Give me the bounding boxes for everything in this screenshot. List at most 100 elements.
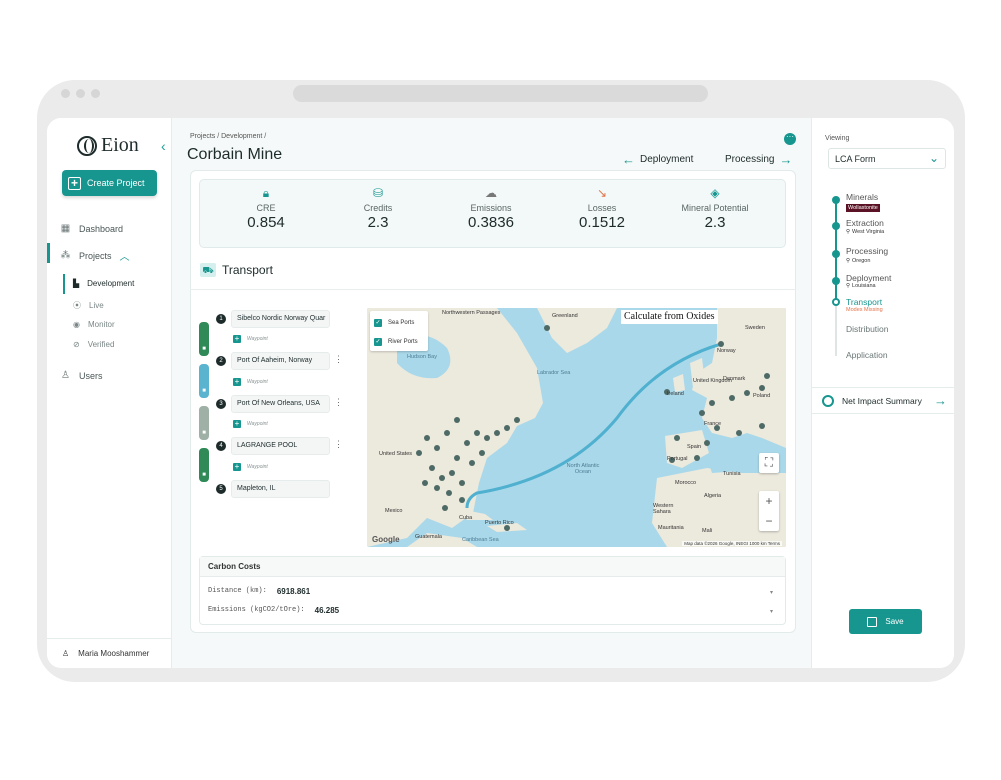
next-step-label: Processing [725, 154, 775, 165]
zoom-out-button[interactable]: − [759, 511, 779, 531]
plus-icon: + [68, 176, 81, 190]
prev-step-button[interactable]: ← Deployment [622, 152, 693, 167]
expand-icon[interactable]: ▾ [770, 608, 773, 615]
timeline-line-pending [835, 306, 837, 356]
waypoint-input[interactable]: Port Of New Orleans, USA [231, 395, 330, 413]
cloud-icon: ☁︎ [485, 186, 497, 200]
right-panel: Viewing LCA Form ⌄ Minerals Wollastonite… [811, 118, 954, 668]
expand-icon[interactable]: ▾ [770, 589, 773, 596]
stat-label: Emissions [470, 203, 512, 213]
kebab-menu-icon[interactable]: ⋮ [334, 397, 343, 408]
step-dot [832, 277, 840, 285]
stat-label: CRE [256, 203, 276, 213]
stat-label: Mineral Potential [681, 203, 749, 213]
monitor-icon: ◉ [73, 320, 80, 329]
mode-ship[interactable]: ■ [199, 364, 209, 398]
port-filter: ✓ Sea Ports ✓ River Ports [370, 311, 428, 351]
sidebar-item-dashboard[interactable]: ▦ Dashboard [60, 223, 123, 234]
zoom-in-button[interactable]: + [759, 491, 779, 511]
sidebar-item-users[interactable]: ♙ Users [60, 370, 103, 381]
ship-icon: ■ [202, 388, 206, 394]
add-waypoint-label: Waypoint [247, 464, 268, 470]
map-label: Tunisia [723, 471, 741, 477]
subnav-label: Development [87, 279, 135, 288]
prev-step-label: Deployment [640, 154, 694, 165]
pin-icon: ⚲ [846, 283, 851, 289]
subnav-verified[interactable]: ⊘ Verified [73, 340, 114, 349]
map-label: Puerto Rico [485, 520, 514, 526]
map-label: Greenland [552, 313, 578, 319]
waypoint-input[interactable]: LAGRANGE POOL [231, 437, 330, 455]
subnav-monitor[interactable]: ◉ Monitor [73, 320, 115, 329]
waypoint-number: 1 [216, 314, 226, 324]
diamond-icon: ◈ [710, 186, 720, 200]
sidebar-item-projects[interactable]: ⁂ Projects ︿ [60, 248, 130, 263]
add-waypoint-button[interactable]: + Waypoint [233, 378, 268, 386]
divider [190, 289, 796, 290]
add-waypoint-button[interactable]: + Waypoint [233, 335, 268, 343]
step-extraction[interactable]: Extraction [846, 218, 884, 228]
breadcrumb[interactable]: Projects / Development / [190, 133, 266, 140]
create-project-label: Create Project [87, 178, 145, 188]
sidebar: Eion ‹ + Create Project ▦ Dashboard ⁂ Pr… [47, 118, 172, 668]
fullscreen-icon[interactable]: ⛶ [759, 453, 779, 473]
map-label: United Kingdom [693, 378, 733, 384]
plus-icon: + [233, 419, 241, 428]
map-label: United States [379, 451, 413, 457]
arrow-right-icon: → [779, 152, 793, 167]
subnav-label: Verified [87, 340, 115, 349]
ocean-label: North Atlantic Ocean [566, 463, 600, 475]
calculate-oxides-button[interactable]: Calculate from Oxides [621, 310, 718, 324]
map-attribution[interactable]: Map data ©2026 Google, INEGI 1000 km Ter… [682, 541, 782, 546]
step-distribution[interactable]: Distribution [846, 324, 889, 334]
add-waypoint-button[interactable]: + Waypoint [233, 463, 268, 471]
waypoint-number: 4 [216, 441, 226, 451]
mode-rail[interactable]: ■ [199, 448, 209, 482]
collapse-sidebar-icon[interactable]: ‹ [161, 138, 166, 154]
step-processing[interactable]: Processing [846, 246, 888, 256]
net-impact-summary-button[interactable]: Net Impact Summary → [812, 387, 954, 414]
create-project-button[interactable]: + Create Project [62, 170, 157, 196]
row-value: 6918.861 [276, 587, 311, 596]
kebab-menu-icon[interactable]: ⋮ [334, 439, 343, 450]
current-user[interactable]: ♙ Maria Mooshammer [47, 638, 172, 668]
waypoint-input[interactable]: Mapleton, IL [231, 480, 330, 498]
more-options-icon[interactable]: ··· [784, 133, 796, 145]
plus-icon: + [233, 462, 241, 471]
address-bar[interactable] [293, 85, 708, 102]
stat-cre: 🔒︎ CRE 0.854 [211, 186, 321, 231]
waypoint-input[interactable]: Port Of Aaheim, Norway [231, 352, 330, 370]
step-transport[interactable]: Transport [846, 297, 882, 307]
sidebar-item-label: Users [79, 370, 103, 381]
save-button[interactable]: Save [849, 609, 922, 634]
net-impact-label: Net Impact Summary [842, 395, 922, 406]
next-step-button[interactable]: Processing → [725, 152, 792, 167]
map-label: Sweden [745, 325, 765, 331]
subnav-live[interactable]: ⦿ Live [73, 300, 104, 311]
add-waypoint-button[interactable]: + Waypoint [233, 420, 268, 428]
checkbox-checked-icon: ✓ [374, 319, 382, 327]
projects-icon: ⁂ [60, 250, 71, 261]
mineral-badge: Wollastonite [846, 204, 880, 212]
route-map[interactable]: Greenland Northwestern Passages Hudson B… [367, 308, 786, 547]
step-location: ⚲ West Virginia [846, 229, 884, 235]
plus-icon: + [233, 334, 241, 343]
step-application[interactable]: Application [846, 350, 888, 360]
filter-river-ports[interactable]: ✓ River Ports [374, 338, 418, 346]
checkbox-checked-icon: ✓ [374, 338, 382, 346]
map-label: Mexico [385, 508, 403, 514]
map-label: Labrador Sea [537, 370, 571, 376]
window-dot [61, 89, 70, 98]
mode-rail[interactable]: ■ [199, 322, 209, 356]
step-deployment[interactable]: Deployment [846, 273, 891, 283]
subnav-development[interactable]: ▙ Development [73, 279, 134, 288]
waypoint-input[interactable]: Sibelco Nordic Norway Quar [231, 310, 330, 328]
map-label: Ireland [667, 391, 684, 397]
form-select[interactable]: LCA Form ⌄ [828, 148, 946, 169]
kebab-menu-icon[interactable]: ⋮ [334, 354, 343, 365]
chevron-up-icon[interactable]: ︿ [120, 248, 130, 263]
mode-barge[interactable]: ■ [199, 406, 209, 440]
step-minerals[interactable]: Minerals [846, 192, 878, 202]
logo-mark-icon [77, 135, 97, 156]
filter-sea-ports[interactable]: ✓ Sea Ports [374, 319, 414, 327]
